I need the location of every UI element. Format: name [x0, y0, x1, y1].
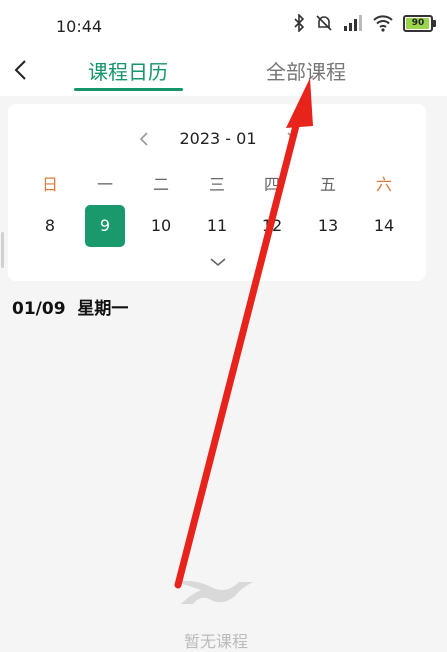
signal-icon: [344, 15, 362, 31]
calendar-day[interactable]: 10: [141, 205, 181, 247]
battery-icon: 90: [403, 14, 436, 32]
active-tab-indicator: [74, 88, 183, 91]
scroll-indicator: [1, 232, 4, 268]
selected-date-heading: 01/09 星期一: [12, 294, 128, 319]
wifi-icon: [373, 15, 393, 32]
tab-all-courses[interactable]: 全部课程: [266, 56, 346, 85]
bluetooth-icon: [294, 14, 305, 32]
expand-chevron-icon[interactable]: [208, 252, 228, 272]
header: 课程日历 全部课程: [0, 50, 447, 96]
tab-course-calendar[interactable]: 课程日历: [88, 56, 168, 85]
weekday-thu: 四: [263, 175, 280, 194]
mute-bell-icon: [316, 15, 332, 31]
month-label: 2023 - 01: [179, 129, 257, 148]
battery-level: 90: [411, 18, 425, 28]
back-icon[interactable]: [10, 58, 34, 82]
weekday-sun: 日: [41, 175, 58, 194]
calendar-day-selected[interactable]: 9: [85, 205, 125, 247]
calendar-day[interactable]: 13: [308, 205, 348, 247]
calendar-day[interactable]: 11: [197, 205, 237, 247]
calendar-day[interactable]: 8: [30, 205, 70, 247]
next-month-icon[interactable]: [284, 127, 298, 151]
prev-month-icon[interactable]: [137, 127, 151, 151]
weekday-fri: 五: [319, 175, 336, 194]
status-bar: 10:44 90: [0, 0, 447, 50]
month-navigator: 2023 - 01: [8, 127, 426, 151]
weekday-mon: 一: [96, 175, 113, 194]
calendar-day[interactable]: 14: [364, 205, 404, 247]
status-time: 10:44: [56, 17, 103, 36]
weekday-tue: 二: [152, 175, 169, 194]
calendar-day[interactable]: 12: [252, 205, 292, 247]
selected-weekday: 星期一: [77, 299, 129, 319]
weekday-wed: 三: [208, 175, 225, 194]
status-icons: 90: [293, 14, 436, 32]
calendar-card: 2023 - 01 日 一 二 三 四 五 六 8 9 10 11 12 13 …: [8, 104, 426, 281]
weekday-sat: 六: [375, 175, 392, 194]
selected-date: 01/09: [12, 299, 66, 319]
empty-state-icon: [177, 580, 253, 604]
empty-state-text: 暂无课程: [184, 632, 249, 651]
